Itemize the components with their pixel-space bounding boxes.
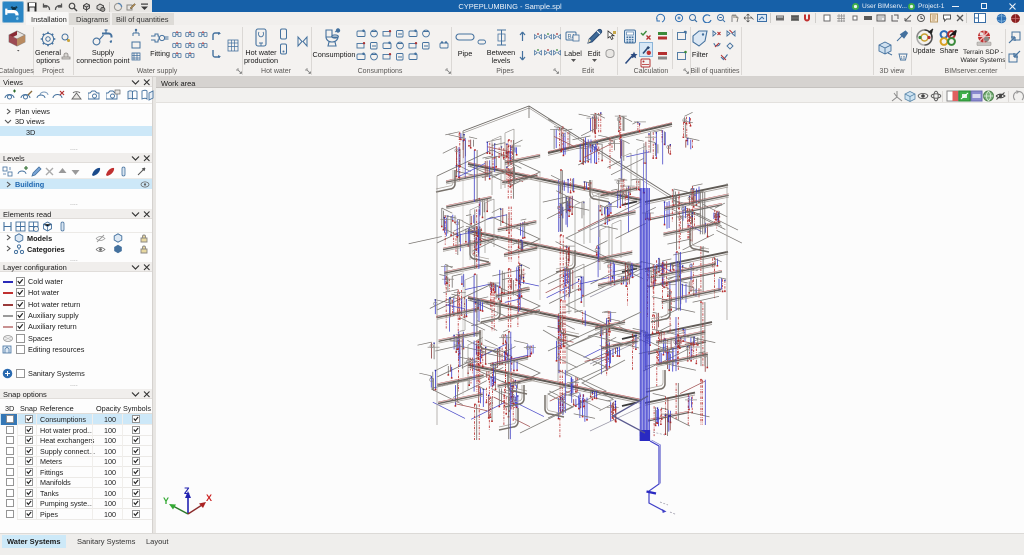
svg-text:Z: Z xyxy=(184,486,190,496)
svg-text:X: X xyxy=(206,493,212,503)
svg-text:Y: Y xyxy=(163,496,169,506)
